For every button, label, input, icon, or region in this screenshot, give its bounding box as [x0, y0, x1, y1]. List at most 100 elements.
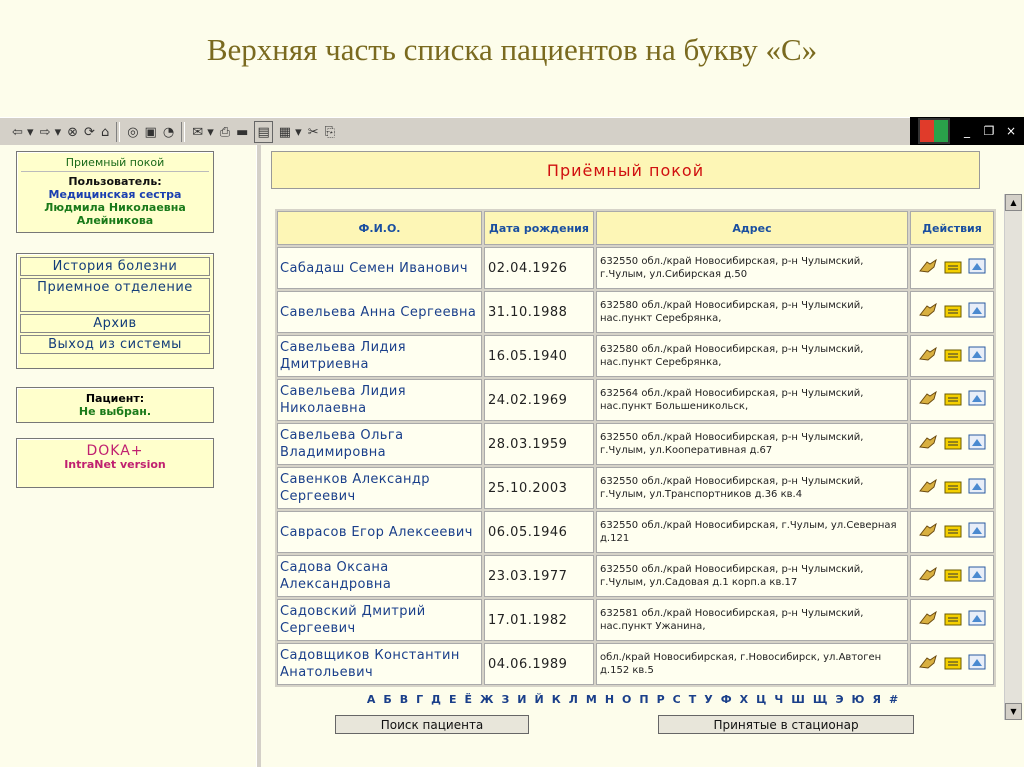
search-patient-button[interactable]: Поиск пациента — [335, 715, 529, 734]
letter-link[interactable]: Ш — [791, 693, 805, 706]
open-card-icon[interactable] — [918, 610, 938, 630]
open-card-icon[interactable] — [918, 522, 938, 542]
print-icon[interactable]: ⎙ — [220, 122, 230, 142]
frame-icon[interactable]: ▤ — [254, 121, 273, 143]
back-icon[interactable]: ⇦ ▾ — [12, 122, 34, 142]
open-card-icon[interactable] — [918, 302, 938, 322]
letter-link[interactable]: Д — [431, 693, 441, 706]
scrollbar[interactable]: ▲ ▼ — [1004, 194, 1022, 720]
letter-link[interactable]: Н — [605, 693, 614, 706]
view-record-icon[interactable] — [968, 258, 986, 278]
view-record-icon[interactable] — [968, 610, 986, 630]
table-row[interactable]: Садова Оксана Александровна 23.03.1977 632… — [277, 555, 994, 597]
home-icon[interactable]: ⌂ — [101, 122, 109, 142]
table-row[interactable]: Савельева Анна Сергеевна 31.10.1988 632580… — [277, 291, 994, 333]
edit-record-icon[interactable] — [944, 259, 962, 278]
letter-link[interactable]: Я — [872, 693, 880, 706]
scroll-up-icon[interactable]: ▲ — [1005, 194, 1022, 211]
letter-link[interactable]: Р — [657, 693, 665, 706]
patient-name[interactable]: Савельева Анна Сергеевна — [277, 291, 482, 333]
patient-name[interactable]: Сабадаш Семен Иванович — [277, 247, 482, 289]
edit-record-icon[interactable] — [944, 391, 962, 410]
patient-name[interactable]: Садовщиков Константин Анатольевич — [277, 643, 482, 685]
copy-icon[interactable]: ⎘ — [325, 122, 335, 142]
edit-record-icon[interactable] — [944, 567, 962, 586]
edit-record-icon[interactable] — [944, 655, 962, 674]
view-record-icon[interactable] — [968, 566, 986, 586]
history-icon[interactable]: ◔ — [163, 122, 174, 142]
open-card-icon[interactable] — [918, 390, 938, 410]
letter-link[interactable]: Ф — [721, 693, 732, 706]
table-row[interactable]: Сабадаш Семен Иванович 02.04.1926 632550 о… — [277, 247, 994, 289]
table-row[interactable]: Савенков Александр Сергеевич 25.10.2003 63… — [277, 467, 994, 509]
patient-name[interactable]: Савенков Александр Сергеевич — [277, 467, 482, 509]
letter-link[interactable]: Л — [569, 693, 578, 706]
letter-link[interactable]: Ж — [480, 693, 493, 706]
letter-link[interactable]: Э — [835, 693, 843, 706]
patient-name[interactable]: Савельева Ольга Владимировна — [277, 423, 482, 465]
search-icon[interactable]: ◎ — [127, 122, 138, 142]
cut-icon[interactable]: ✂ — [308, 122, 319, 142]
nav-history[interactable]: История болезни — [20, 257, 210, 276]
view-record-icon[interactable] — [968, 302, 986, 322]
restore-icon[interactable]: ❐ — [980, 123, 998, 139]
letter-link[interactable]: Щ — [813, 693, 828, 706]
patient-name[interactable]: Саврасов Егор Алексеевич — [277, 511, 482, 553]
admitted-button[interactable]: Принятые в стационар — [658, 715, 914, 734]
view-record-icon[interactable] — [968, 478, 986, 498]
letter-link[interactable]: В — [400, 693, 408, 706]
letter-link[interactable]: О — [622, 693, 631, 706]
patient-name[interactable]: Савельева Лидия Дмитриевна — [277, 335, 482, 377]
letter-link[interactable]: М — [586, 693, 597, 706]
open-card-icon[interactable] — [918, 258, 938, 278]
letter-link[interactable]: С — [673, 693, 681, 706]
letter-link[interactable]: Ё — [464, 693, 472, 706]
letter-link[interactable]: У — [704, 693, 712, 706]
letter-link[interactable]: # — [889, 693, 898, 706]
table-row[interactable]: Савельева Лидия Дмитриевна 16.05.1940 6325… — [277, 335, 994, 377]
view-record-icon[interactable] — [968, 390, 986, 410]
edit-record-icon[interactable] — [944, 479, 962, 498]
refresh-icon[interactable]: ⟳ — [84, 122, 95, 142]
letter-link[interactable]: Ц — [756, 693, 766, 706]
view-record-icon[interactable] — [968, 654, 986, 674]
nav-archive[interactable]: Архив — [20, 314, 210, 333]
letter-link[interactable]: Ю — [852, 693, 865, 706]
stop-icon[interactable]: ⊗ — [67, 122, 78, 142]
letter-link[interactable]: З — [501, 693, 509, 706]
close-icon[interactable]: × — [1002, 123, 1020, 139]
letter-link[interactable]: Б — [383, 693, 391, 706]
letter-link[interactable]: К — [552, 693, 561, 706]
edit-record-icon[interactable] — [944, 303, 962, 322]
patient-name[interactable]: Садова Оксана Александровна — [277, 555, 482, 597]
letter-link[interactable]: Й — [535, 693, 544, 706]
letter-link[interactable]: Е — [449, 693, 457, 706]
edit-record-icon[interactable] — [944, 523, 962, 542]
forward-icon[interactable]: ⇨ ▾ — [40, 122, 62, 142]
table-row[interactable]: Садовщиков Константин Анатольевич 04.06.1… — [277, 643, 994, 685]
table-row[interactable]: Савельева Лидия Николаевна 24.02.1969 6325… — [277, 379, 994, 421]
open-card-icon[interactable] — [918, 434, 938, 454]
mail-icon[interactable]: ✉ ▾ — [192, 122, 214, 142]
view-record-icon[interactable] — [968, 346, 986, 366]
nav-logout[interactable]: Выход из системы — [20, 335, 210, 354]
view-record-icon[interactable] — [968, 434, 986, 454]
letter-link[interactable]: И — [517, 693, 526, 706]
open-card-icon[interactable] — [918, 346, 938, 366]
letter-link[interactable]: Т — [689, 693, 697, 706]
letter-link[interactable]: Г — [416, 693, 423, 706]
letter-link[interactable]: П — [639, 693, 648, 706]
nav-admission[interactable]: Приемное отделение — [20, 278, 210, 312]
letter-link[interactable]: Ч — [774, 693, 783, 706]
table-row[interactable]: Савельева Ольга Владимировна 28.03.1959 63… — [277, 423, 994, 465]
open-card-icon[interactable] — [918, 654, 938, 674]
patient-name[interactable]: Садовский Дмитрий Сергеевич — [277, 599, 482, 641]
minimize-icon[interactable]: _ — [958, 123, 976, 139]
favorites-icon[interactable]: ▣ — [145, 122, 157, 142]
open-card-icon[interactable] — [918, 566, 938, 586]
letter-link[interactable]: А — [367, 693, 376, 706]
open-card-icon[interactable] — [918, 478, 938, 498]
table-row[interactable]: Садовский Дмитрий Сергеевич 17.01.1982 632… — [277, 599, 994, 641]
patient-name[interactable]: Савельева Лидия Николаевна — [277, 379, 482, 421]
edit-icon[interactable]: ▬ — [236, 122, 248, 142]
